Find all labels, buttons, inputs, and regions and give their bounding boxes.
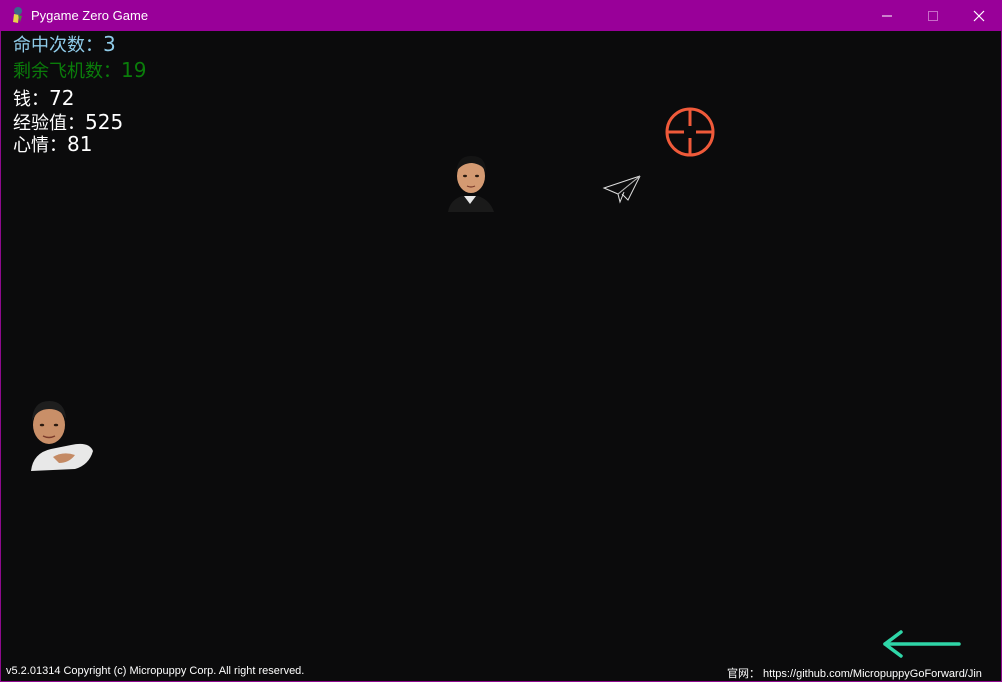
website-link[interactable]: 官网： https://github.com/MicropuppyGoForwa… bbox=[727, 665, 982, 681]
money-value: 72 bbox=[49, 86, 75, 110]
money-label: 钱： bbox=[13, 89, 49, 110]
title-bar: Pygame Zero Game bbox=[0, 0, 1002, 31]
enemy-face-sprite bbox=[31, 401, 93, 471]
money-counter: 钱：72 bbox=[13, 88, 74, 109]
crosshair-icon bbox=[665, 107, 715, 157]
hits-label: 命中次数： bbox=[13, 35, 103, 56]
close-button[interactable] bbox=[956, 0, 1002, 31]
exp-label: 经验值： bbox=[13, 113, 85, 134]
back-arrow-icon[interactable] bbox=[879, 629, 963, 659]
player-face-sprite bbox=[448, 155, 494, 212]
close-icon bbox=[973, 10, 985, 21]
hits-counter: 命中次数：3 bbox=[13, 34, 116, 55]
copyright-text: v5.2.01314 Copyright (c) Micropuppy Corp… bbox=[6, 665, 305, 677]
paper-plane-icon bbox=[602, 175, 641, 204]
window-title: Pygame Zero Game bbox=[31, 8, 149, 23]
maximize-icon bbox=[928, 10, 938, 21]
maximize-button[interactable] bbox=[910, 0, 956, 31]
hits-value: 3 bbox=[103, 32, 116, 56]
planes-left-counter: 剩余飞机数：19 bbox=[13, 60, 146, 81]
mood-value: 81 bbox=[67, 132, 93, 156]
minimize-icon bbox=[882, 15, 892, 16]
exp-value: 525 bbox=[85, 110, 124, 134]
mood-counter: 心情：81 bbox=[13, 134, 92, 155]
exp-counter: 经验值：525 bbox=[13, 112, 123, 133]
minimize-button[interactable] bbox=[864, 0, 910, 31]
planes-left-value: 19 bbox=[121, 58, 147, 82]
pygame-icon bbox=[13, 7, 22, 23]
game-canvas[interactable]: 命中次数：3 剩余飞机数：19 钱：72 经验值：525 心情：81 v5.2.… bbox=[1, 31, 1001, 681]
mood-label: 心情： bbox=[13, 135, 67, 156]
planes-left-label: 剩余飞机数： bbox=[13, 61, 121, 82]
